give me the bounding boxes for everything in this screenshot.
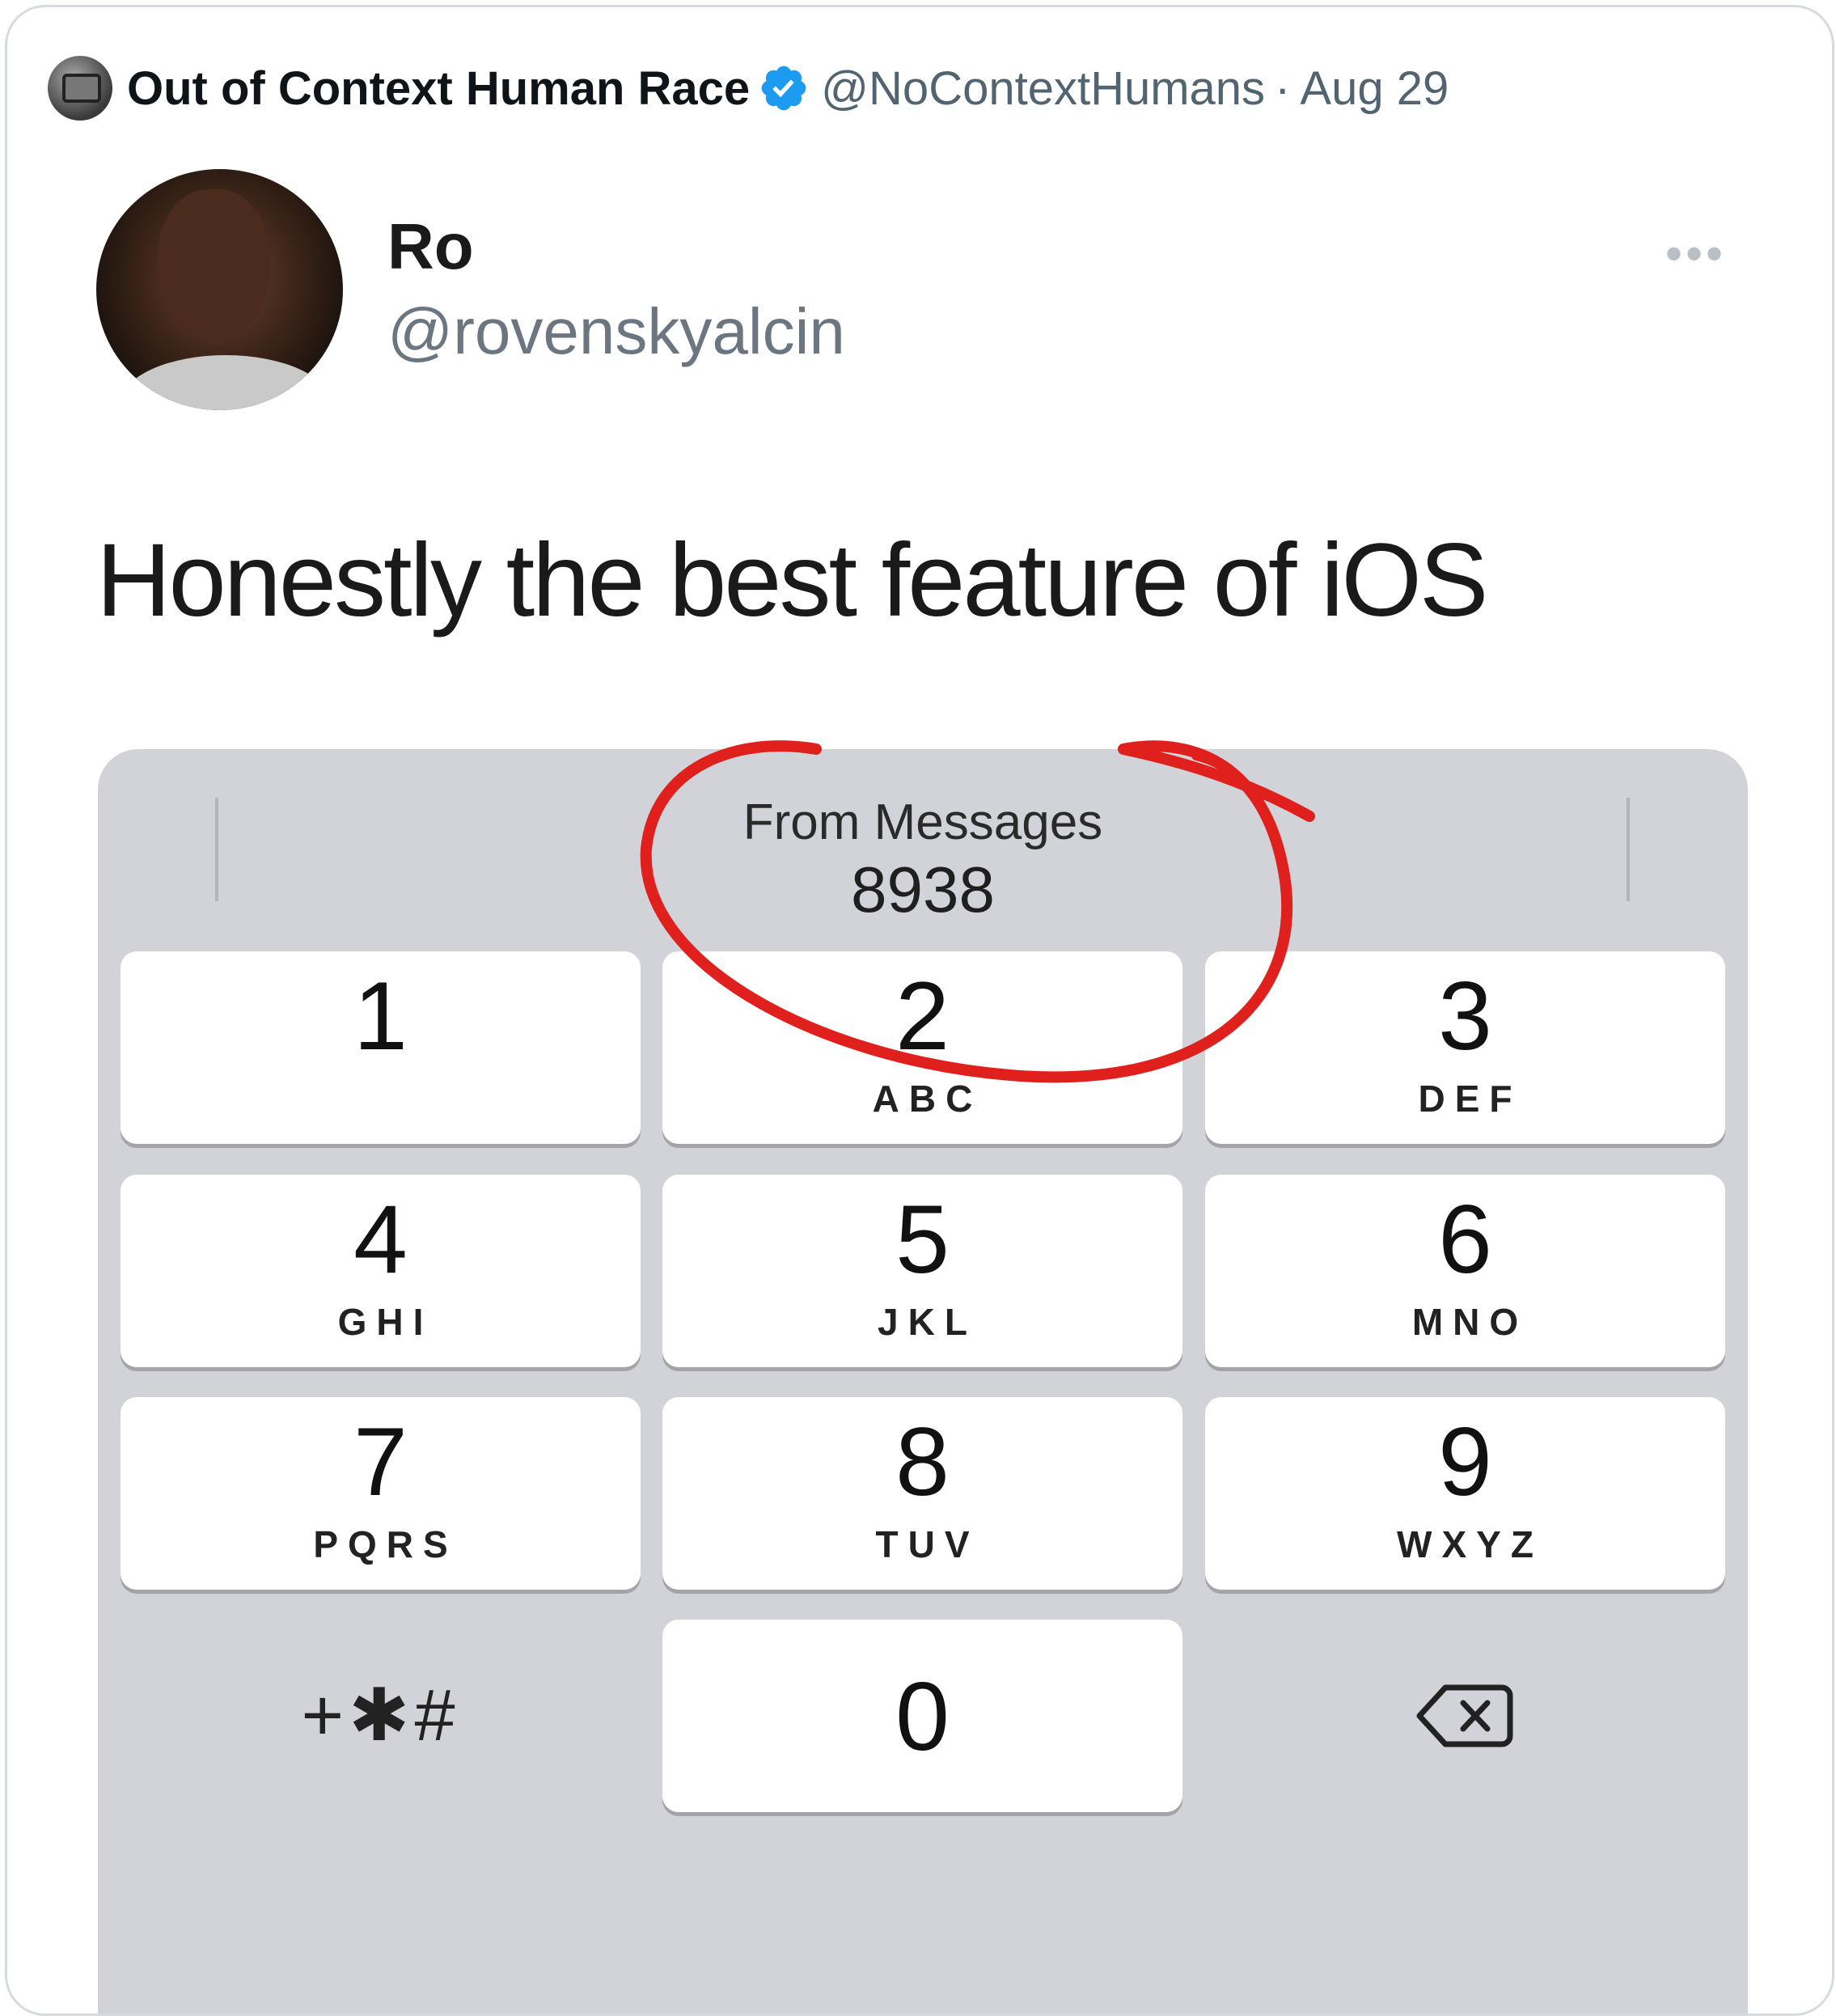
key-digit: 4 xyxy=(353,1185,408,1294)
autofill-suggestion-code: 8938 xyxy=(851,853,995,925)
autofill-suggestion-label: From Messages xyxy=(742,794,1103,850)
quote-date[interactable]: Aug 29 xyxy=(1300,61,1449,116)
key-backspace xyxy=(1205,1620,1725,1812)
quote-header: Out of Context Human Race @NoContextHuma… xyxy=(48,52,1449,125)
tweet-author-handle: @rovenskyalcin xyxy=(387,295,845,367)
key-6: 6 MNO xyxy=(1205,1175,1725,1367)
key-digit: 0 xyxy=(895,1662,950,1771)
key-7: 7 PQRS xyxy=(121,1397,641,1590)
key-9: 9 WXYZ xyxy=(1205,1397,1725,1590)
key-digit: 7 xyxy=(353,1408,408,1516)
key-digit: 2 xyxy=(895,962,950,1070)
tweet-author-avatar xyxy=(96,169,343,410)
key-3: 3 DEF xyxy=(1205,951,1725,1144)
quote-author-name[interactable]: Out of Context Human Race xyxy=(127,61,750,116)
key-letters: ABC xyxy=(872,1078,983,1120)
key-digit: 1 xyxy=(353,962,408,1070)
key-1: 1 xyxy=(121,951,641,1144)
phone-keypad: From Messages 8938 1 2 ABC 3 DEF 4 GHI 5… xyxy=(98,749,1748,2014)
embedded-screenshot[interactable]: Ro @rovenskyalcin ••• Honestly the best … xyxy=(7,153,1832,2014)
backspace-icon xyxy=(1416,1684,1512,1747)
key-letters: PQRS xyxy=(313,1523,458,1565)
key-digit: 9 xyxy=(1438,1408,1492,1516)
key-8: 8 TUV xyxy=(662,1397,1182,1590)
key-letters: WXYZ xyxy=(1397,1523,1543,1565)
tweet-text: Honestly the best feature of iOS xyxy=(96,523,1488,638)
key-digit: 8 xyxy=(895,1408,950,1516)
symbols-label: +✱# xyxy=(301,1675,460,1756)
verified-badge-icon xyxy=(761,66,806,111)
key-digit: 6 xyxy=(1438,1185,1492,1294)
key-letters: GHI xyxy=(337,1301,434,1343)
key-letters: MNO xyxy=(1411,1301,1529,1343)
key-digit: 3 xyxy=(1438,962,1492,1070)
key-4: 4 GHI xyxy=(121,1175,641,1367)
key-digit: 5 xyxy=(895,1185,950,1294)
more-horizontal-icon: ••• xyxy=(1665,227,1727,281)
quote-author-handle[interactable]: @NoContextHumans xyxy=(821,61,1265,116)
key-5: 5 JKL xyxy=(662,1175,1182,1367)
key-letters: DEF xyxy=(1418,1078,1522,1120)
tweet-author-name: Ro xyxy=(387,210,474,282)
quote-tweet-card[interactable]: Out of Context Human Race @NoContextHuma… xyxy=(5,5,1834,2016)
key-letters: JKL xyxy=(878,1301,977,1343)
key-2: 2 ABC xyxy=(662,951,1182,1144)
key-symbols: +✱# xyxy=(121,1620,641,1812)
key-letters: TUV xyxy=(875,1523,979,1565)
quote-author-avatar[interactable] xyxy=(48,56,112,121)
key-0: 0 xyxy=(662,1620,1182,1812)
header-separator: · xyxy=(1275,61,1291,115)
